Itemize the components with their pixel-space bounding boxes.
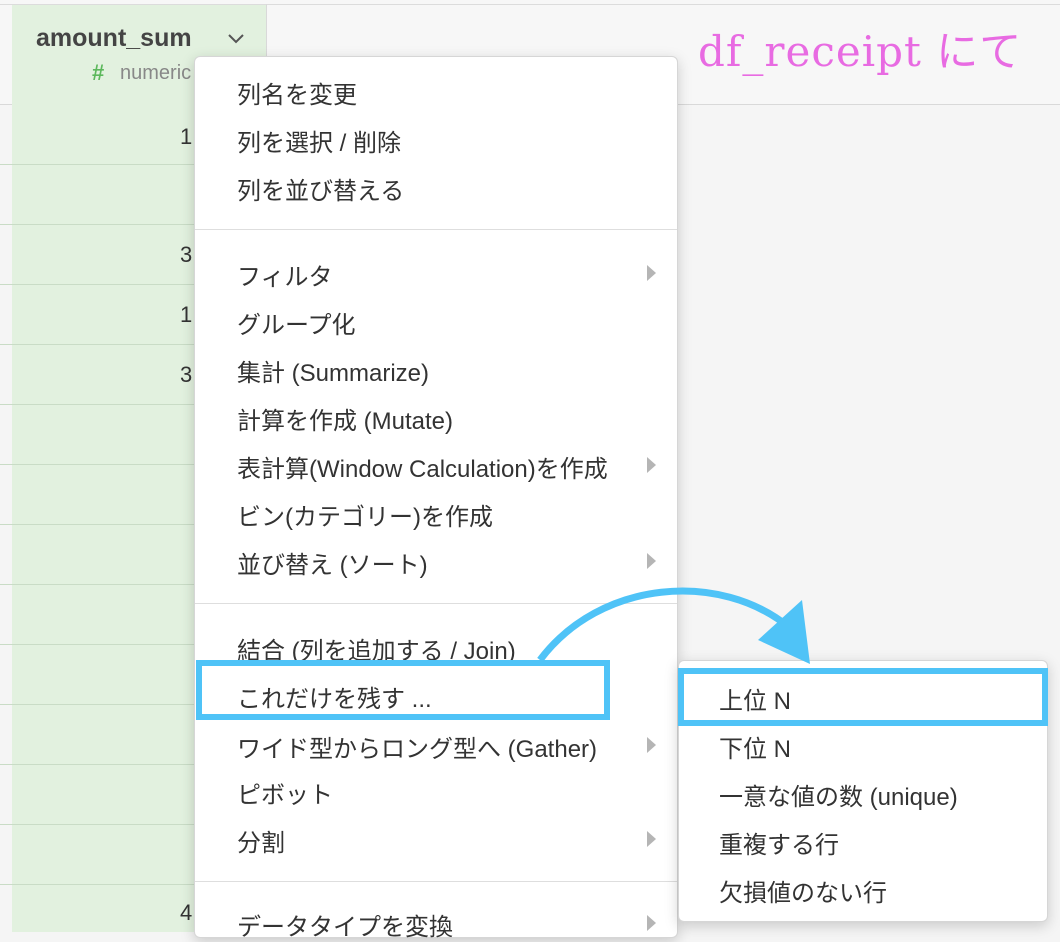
highlight-box-keep-only	[196, 660, 610, 720]
submenu-item-bottom-n[interactable]: 下位 N	[719, 729, 791, 764]
table-cell-value: 1	[180, 302, 193, 327]
table-cell-value: 4	[180, 900, 193, 925]
header-top-border	[0, 4, 1060, 5]
submenu-arrow-icon	[647, 553, 656, 569]
menu-item-sort[interactable]: 並び替え (ソート)	[237, 545, 428, 580]
submenu-arrow-icon	[647, 265, 656, 281]
menu-item-summarize[interactable]: 集計 (Summarize)	[237, 353, 429, 388]
menu-item-gather[interactable]: ワイド型からロング型へ (Gather)	[237, 729, 597, 764]
column-context-menu: 列名を変更 列を選択 / 削除 列を並び替える フィルタ グループ化 集計 (S…	[194, 56, 678, 941]
menu-item-mutate[interactable]: 計算を作成 (Mutate)	[237, 401, 453, 436]
submenu-arrow-icon	[647, 831, 656, 847]
menu-item-select-remove-columns[interactable]: 列を選択 / 削除	[237, 123, 401, 158]
submenu-item-duplicate-rows[interactable]: 重複する行	[719, 825, 839, 860]
menu-item-convert-data-type[interactable]: データタイプを変換	[237, 907, 453, 942]
submenu-arrow-icon	[647, 915, 656, 931]
menu-separator	[195, 603, 677, 604]
menu-item-reorder-columns[interactable]: 列を並び替える	[237, 171, 404, 206]
table-cell-value: 3	[180, 242, 193, 267]
menu-item-group-by[interactable]: グループ化	[237, 305, 356, 340]
menu-separator	[195, 881, 677, 882]
highlight-box-top-n	[678, 668, 1048, 726]
menu-item-filter[interactable]: フィルタ	[237, 257, 333, 292]
table-cell-value: 3	[180, 362, 193, 387]
submenu-arrow-icon	[647, 737, 656, 753]
submenu-item-rows-without-missing[interactable]: 欠損値のない行	[719, 873, 887, 908]
menu-item-window-calculation[interactable]: 表計算(Window Calculation)を作成	[237, 449, 608, 484]
menu-item-split[interactable]: 分割	[237, 823, 285, 858]
menu-item-rename-column[interactable]: 列名を変更	[237, 75, 357, 110]
menu-separator	[195, 229, 677, 230]
column-header-name[interactable]: amount_sum	[36, 24, 192, 53]
chevron-down-icon[interactable]	[226, 28, 246, 48]
menu-item-pivot[interactable]: ピボット	[237, 775, 333, 810]
table-cell-value: 1	[180, 124, 193, 149]
submenu-arrow-icon	[647, 457, 656, 473]
menu-item-create-bins[interactable]: ビン(カテゴリー)を作成	[237, 497, 493, 532]
column-type-label: numeric	[120, 62, 192, 84]
annotation-title: df_receipt にて	[698, 27, 1023, 76]
numeric-type-icon: #	[92, 60, 105, 85]
submenu-item-unique-count[interactable]: 一意な値の数 (unique)	[719, 777, 958, 812]
